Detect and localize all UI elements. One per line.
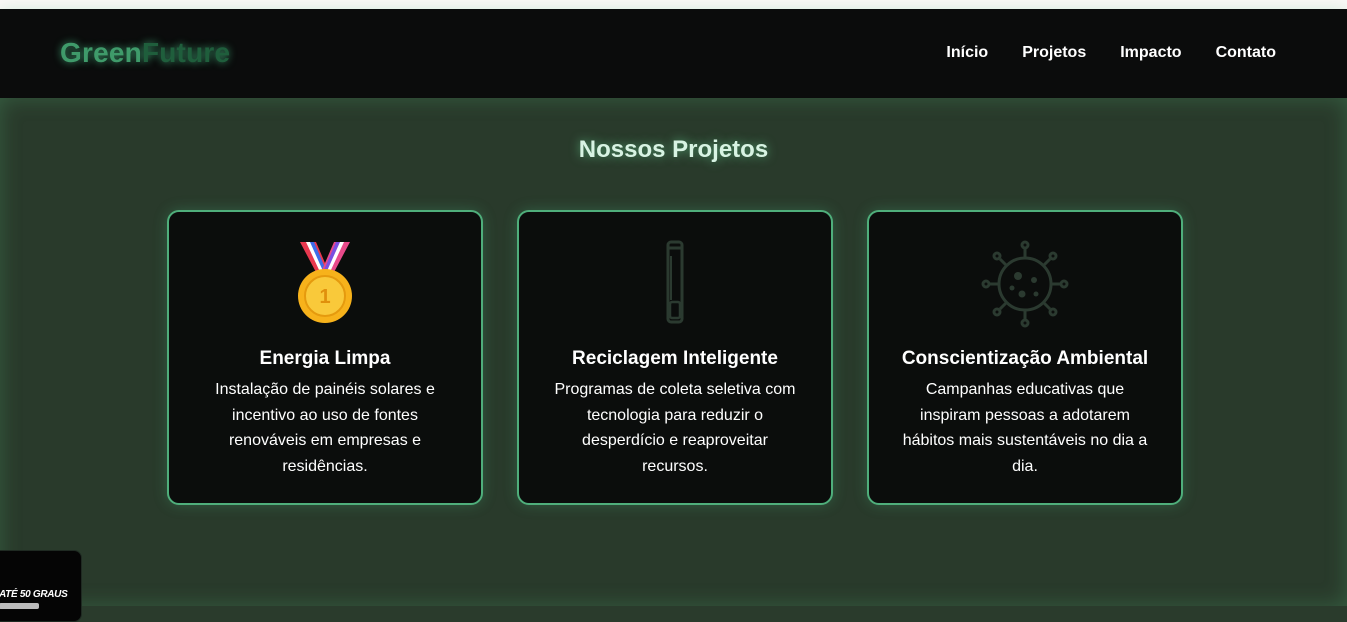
project-card-reciclagem: Reciclagem Inteligente Programas de cole… bbox=[517, 210, 833, 505]
main-nav: Início Projetos Impacto Contato bbox=[946, 44, 1276, 62]
promo-badge[interactable]: ATÉ 50 GRAUS bbox=[0, 550, 82, 622]
nav-link-contato[interactable]: Contato bbox=[1216, 44, 1276, 62]
card-title: Energia Limpa bbox=[259, 348, 391, 369]
virus-icon bbox=[980, 240, 1070, 330]
medal-icon: 1 bbox=[280, 240, 370, 330]
section-title: Nossos Projetos bbox=[578, 136, 769, 163]
card-description: Programas de coleta seletiva com tecnolo… bbox=[554, 381, 796, 475]
logo-green-text: Green bbox=[60, 37, 142, 68]
card-title: Conscientização Ambiental bbox=[901, 348, 1149, 369]
nav-link-inicio[interactable]: Início bbox=[946, 44, 988, 62]
battery-tube-icon bbox=[630, 240, 720, 330]
nav-link-impacto[interactable]: Impacto bbox=[1120, 44, 1181, 62]
svg-text:1: 1 bbox=[319, 286, 330, 308]
promo-badge-text: ATÉ 50 GRAUS bbox=[0, 589, 68, 600]
projects-section: Nossos Projetos 1 Energia Limpa Instalaç… bbox=[0, 98, 1347, 606]
card-title: Reciclagem Inteligente bbox=[572, 348, 778, 369]
nav-link-projetos[interactable]: Projetos bbox=[1022, 44, 1086, 62]
logo[interactable]: GreenFuture bbox=[60, 37, 230, 69]
card-description: Campanhas educativas que inspiram pessoa… bbox=[902, 381, 1148, 475]
logo-future-text: Future bbox=[141, 37, 231, 68]
top-strip bbox=[0, 0, 1347, 9]
card-description: Instalação de painéis solares e incentiv… bbox=[215, 381, 435, 475]
navbar: GreenFuture Início Projetos Impacto Cont… bbox=[0, 9, 1347, 98]
project-card-energia: 1 Energia Limpa Instalação de painéis so… bbox=[167, 210, 483, 505]
promo-badge-subtext-bar bbox=[0, 603, 39, 609]
project-card-conscientizacao: Conscientização Ambiental Campanhas educ… bbox=[867, 210, 1183, 505]
